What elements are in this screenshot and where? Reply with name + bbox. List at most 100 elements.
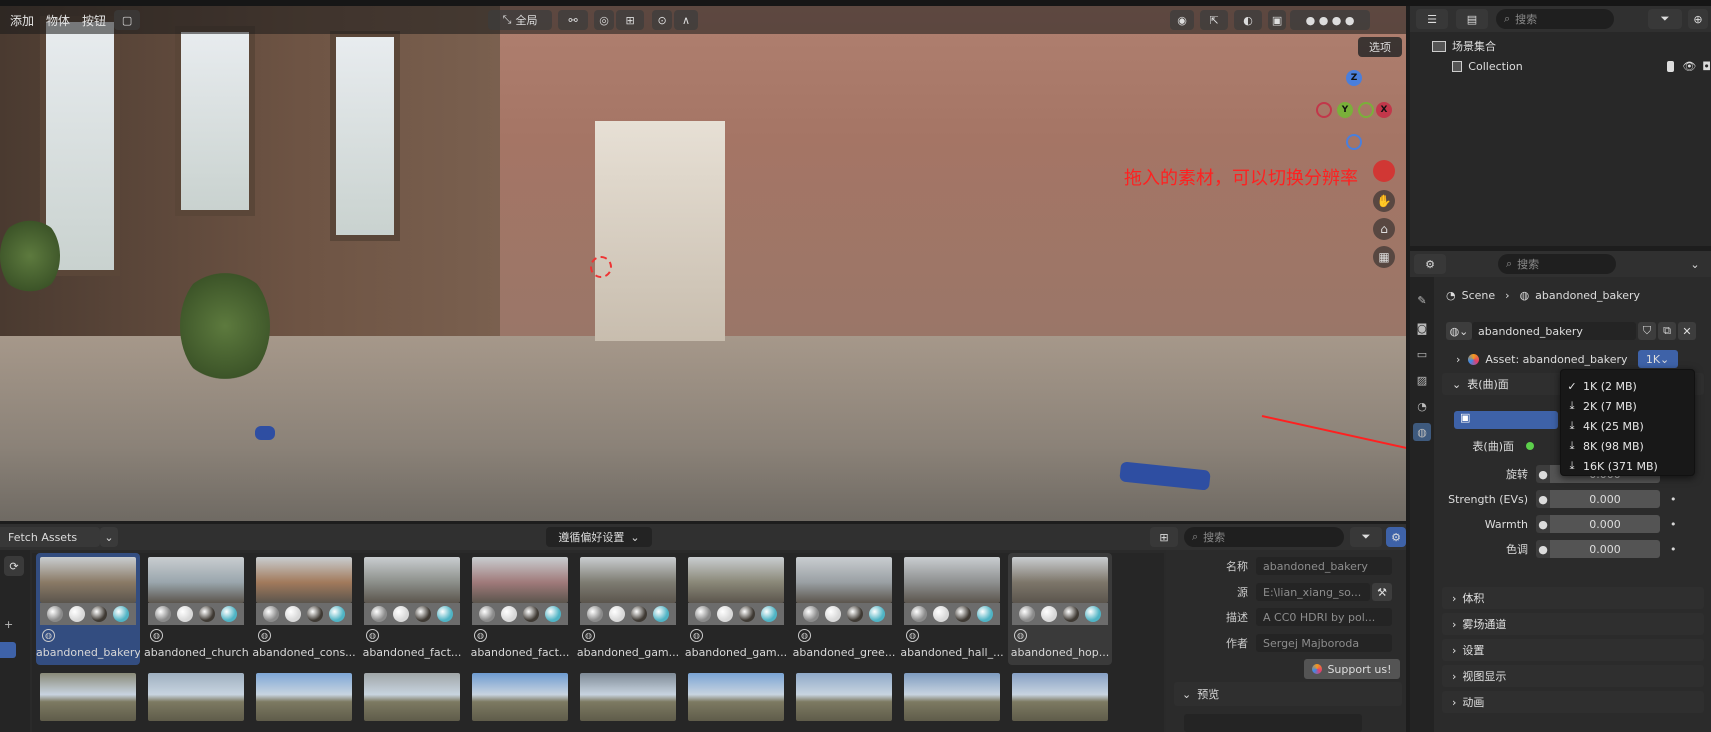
asset-item[interactable] <box>472 673 568 721</box>
view-layer-tab-icon[interactable]: ▨ <box>1413 371 1431 389</box>
close-icon[interactable]: ✕ <box>1678 322 1696 340</box>
asset-item[interactable]: ◍ abandoned_hop... <box>1008 553 1112 665</box>
options-dropdown[interactable]: 选项 <box>1358 37 1402 57</box>
asset-item[interactable]: ◍ abandoned_cons... <box>252 553 356 665</box>
keyframe-dot-icon[interactable]: • <box>1670 493 1677 506</box>
resolution-option-1k[interactable]: ✓ 1K (2 MB) <box>1561 376 1696 396</box>
asset-search-input[interactable]: ⌕ 搜索 <box>1184 527 1344 547</box>
scene-tab-icon[interactable]: ◔ <box>1413 397 1431 415</box>
asset-item[interactable] <box>796 673 892 721</box>
asset-item[interactable] <box>580 673 676 721</box>
asset-item[interactable]: ◍ abandoned_bakery <box>36 553 140 665</box>
meta-desc-field[interactable]: A CC0 HDRI by pol... <box>1256 608 1392 626</box>
menu-object[interactable]: 物体 <box>40 12 76 29</box>
resolution-option-2k[interactable]: ⤓ 2K (7 MB) <box>1561 396 1696 416</box>
add-icon[interactable]: + <box>4 618 14 631</box>
viewport-shading-group[interactable]: ● ● ● ● <box>1290 10 1371 30</box>
asset-library-dropdown[interactable]: Fetch Assets <box>0 527 100 547</box>
keyframe-dot-icon[interactable]: • <box>1670 543 1677 556</box>
gizmo-z-axis-icon[interactable]: Z <box>1346 70 1362 86</box>
panel-settings[interactable]: › 设置 <box>1442 639 1704 661</box>
eye-icon[interactable]: 👁 <box>1682 60 1696 73</box>
outliner-row-scene-collection[interactable]: 场景集合 <box>1410 36 1711 56</box>
render-tab-icon[interactable]: ◙ <box>1413 319 1431 337</box>
meta-author-field[interactable]: Sergej Majboroda <box>1256 634 1392 652</box>
asset-item[interactable]: ◍ abandoned_gam... <box>576 553 680 665</box>
chevron-down-icon[interactable]: ⌄ <box>1686 254 1704 274</box>
support-us-button[interactable]: Support us! <box>1304 659 1400 679</box>
open-folder-icon[interactable]: ⚒ <box>1372 583 1392 601</box>
tint-field[interactable]: 0.000 <box>1550 540 1660 558</box>
keyframe-dot-icon[interactable]: • <box>1670 518 1677 531</box>
asset-item[interactable] <box>148 673 244 721</box>
resolution-option-16k[interactable]: ⤓ 16K (371 MB) <box>1561 456 1696 476</box>
asset-item[interactable] <box>904 673 1000 721</box>
3d-cursor-icon[interactable] <box>590 256 612 278</box>
asset-item[interactable]: ◍ abandoned_gam... <box>684 553 788 665</box>
world-name-field[interactable]: abandoned_bakery <box>1472 322 1636 340</box>
duplicate-icon[interactable]: ⧉ <box>1658 322 1676 340</box>
new-collection-icon[interactable]: ⊕ <box>1688 9 1708 29</box>
panel-preview[interactable]: ⌄ 预览 <box>1174 682 1402 706</box>
meta-source-field[interactable]: E:\lian_xiang_so... <box>1256 583 1370 601</box>
breadcrumb-world[interactable]: abandoned_bakery <box>1535 289 1640 302</box>
meta-name-field[interactable]: abandoned_bakery <box>1256 557 1392 575</box>
panel-mist-pass[interactable]: › 雾场通道 <box>1442 613 1704 635</box>
tool-tab-icon[interactable]: ✎ <box>1413 291 1431 309</box>
gizmo-neg-z-icon[interactable] <box>1346 134 1362 150</box>
use-nodes-button[interactable]: ▣ <box>1454 411 1558 429</box>
transform-orientation-dropdown[interactable]: ⤡ 全局 <box>488 10 553 30</box>
display-mode-icon[interactable]: ⊞ <box>1150 527 1178 547</box>
gizmo-toggle-icon[interactable]: ⇱ <box>1200 10 1229 30</box>
gizmo-neg-y-icon[interactable] <box>1358 102 1374 118</box>
resolution-option-4k[interactable]: ⤓ 4K (25 MB) <box>1561 416 1696 436</box>
snap-target-icon[interactable]: ⊞ <box>616 10 645 30</box>
resolution-option-8k[interactable]: ⤓ 8K (98 MB) <box>1561 436 1696 456</box>
asset-item[interactable]: ◍ abandoned_gree... <box>792 553 896 665</box>
resolution-dropdown[interactable]: 1K ⌄ <box>1637 350 1678 368</box>
asset-item[interactable] <box>1012 673 1108 721</box>
asset-item[interactable] <box>40 673 136 721</box>
asset-item[interactable] <box>688 673 784 721</box>
gizmo-x-axis-icon[interactable]: X <box>1376 102 1392 118</box>
gizmo-neg-x-icon[interactable] <box>1316 102 1332 118</box>
asset-item[interactable]: ◍ abandoned_fact... <box>360 553 464 665</box>
menu-button[interactable]: 按钮 <box>76 12 112 29</box>
asset-item[interactable] <box>364 673 460 721</box>
asset-item[interactable]: ◍ abandoned_hall_... <box>900 553 1004 665</box>
panel-volume[interactable]: › 体积 <box>1442 587 1704 609</box>
checkbox-icon[interactable] <box>1666 60 1675 72</box>
editor-type-icon[interactable]: ⚙ <box>1414 254 1446 274</box>
falloff-icon[interactable]: ∧ <box>674 10 699 30</box>
catalog-item[interactable] <box>0 642 16 658</box>
gear-icon[interactable]: ⚙ <box>1386 527 1406 547</box>
visibility-icon[interactable]: ◉ <box>1170 10 1195 30</box>
filter-icon[interactable]: ⏷ <box>1648 9 1682 29</box>
properties-search-input[interactable]: ⌕ 搜索 <box>1498 254 1616 274</box>
preview-field[interactable] <box>1184 714 1362 732</box>
zoom-icon[interactable] <box>1373 160 1395 182</box>
pivot-point-icon[interactable]: ⚯ <box>558 10 589 30</box>
outliner-row-collection[interactable]: Collection 👁 ◘ <box>1410 56 1711 76</box>
filter-icon[interactable]: ⏷ <box>1350 527 1382 547</box>
asset-item[interactable] <box>256 673 352 721</box>
world-tab-icon[interactable]: ◍ <box>1413 423 1431 441</box>
display-mode-icon[interactable]: ▤ <box>1456 9 1488 29</box>
strength-field[interactable]: 0.000 <box>1550 490 1660 508</box>
editor-type-icon[interactable]: ☰ <box>1416 9 1448 29</box>
xray-icon[interactable]: ▣ <box>1268 10 1287 30</box>
breadcrumb-scene[interactable]: Scene <box>1462 289 1496 302</box>
panel-viewport-display[interactable]: › 视图显示 <box>1442 665 1704 687</box>
refresh-icon[interactable]: ⟳ <box>4 556 24 576</box>
import-method-dropdown[interactable]: 遵循偏好设置 ⌄ <box>546 527 652 547</box>
menu-add[interactable]: 添加 <box>4 12 40 29</box>
asset-item[interactable]: ◍ abandoned_fact... <box>468 553 572 665</box>
shading-mode-dropdown[interactable]: ▢ <box>114 10 141 30</box>
gizmo-y-axis-icon[interactable]: Y <box>1337 102 1353 118</box>
chevron-right-icon[interactable]: › <box>1456 353 1460 366</box>
camera-icon[interactable]: ◘ <box>1702 60 1711 73</box>
panel-animation[interactable]: › 动画 <box>1442 691 1704 713</box>
outliner-search-input[interactable]: ⌕ 搜索 <box>1496 9 1614 29</box>
warmth-field[interactable]: 0.000 <box>1550 515 1660 533</box>
proportional-edit-icon[interactable]: ⊙ <box>652 10 673 30</box>
